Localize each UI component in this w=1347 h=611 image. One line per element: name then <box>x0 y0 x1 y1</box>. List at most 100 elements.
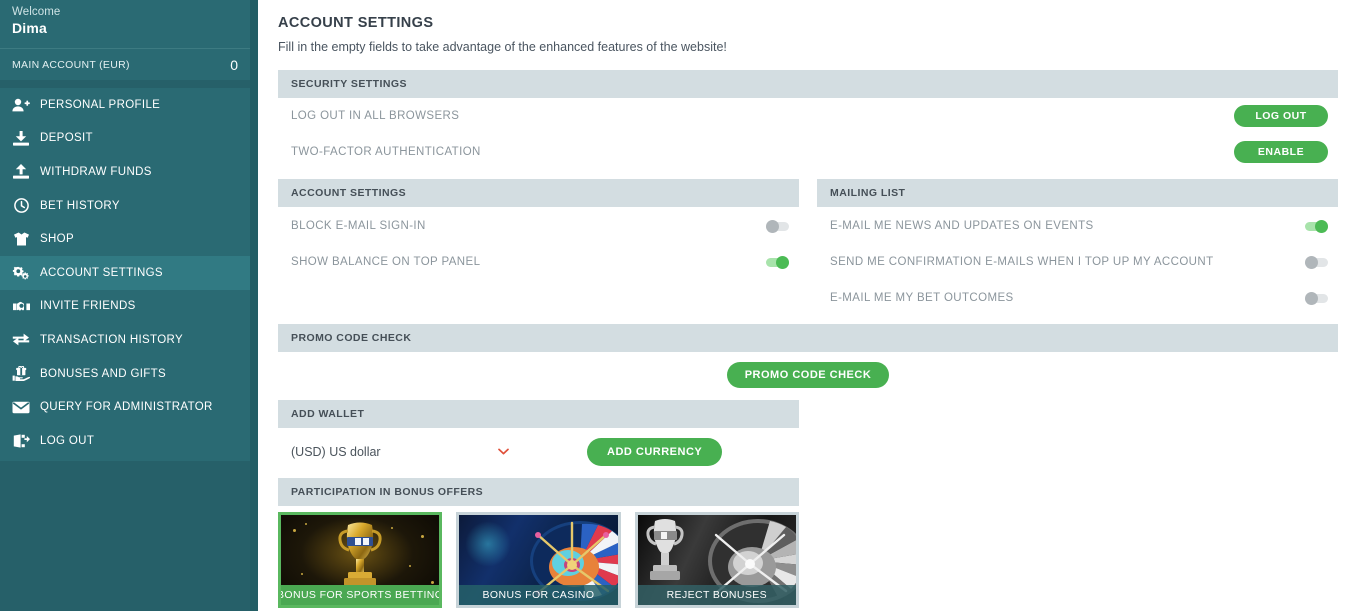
add-wallet-section: ADD WALLET (USD) US dollar ADD CURRENCY <box>278 400 799 476</box>
row-email-news-updates: E-MAIL ME NEWS AND UPDATES ON EVENTS <box>817 208 1338 244</box>
toggle-knob <box>1305 255 1318 269</box>
main-content: ACCOUNT SETTINGS Fill in the empty field… <box>258 0 1347 611</box>
sidebar-item-label: LOG OUT <box>40 434 95 447</box>
promo-button-row: PROMO CODE CHECK <box>278 352 1338 398</box>
sidebar-item-label: BONUSES AND GIFTS <box>40 367 167 380</box>
sidebar-item-label: WITHDRAW FUNDS <box>40 165 152 178</box>
account-balance: 0 <box>230 56 238 73</box>
promo-code-section: PROMO CODE CHECK PROMO CODE CHECK <box>278 324 1338 398</box>
toggle-confirmation-emails-topup[interactable] <box>1305 255 1328 269</box>
add-wallet-row: (USD) US dollar ADD CURRENCY <box>278 428 799 476</box>
sidebar-item-label: DEPOSIT <box>40 132 93 145</box>
sidebar-item-withdraw-funds[interactable]: WITHDRAW FUNDS <box>0 155 250 189</box>
bonus-card-reject-bonuses[interactable]: REJECT BONUSES <box>634 512 799 608</box>
hand-holding-gift-icon <box>10 366 32 382</box>
trophy-grey-icon <box>646 519 684 580</box>
toggle-email-news-updates[interactable] <box>1305 219 1328 233</box>
bonus-offers-section: PARTICIPATION IN BONUS OFFERS BONUS FOR … <box>278 478 799 608</box>
sidebar-item-log-out[interactable]: LOG OUT <box>0 424 250 458</box>
page-title: ACCOUNT SETTINGS <box>278 15 434 31</box>
add-wallet-header: ADD WALLET <box>278 400 799 428</box>
bonus-card-caption: BONUS FOR SPORTS BETTING <box>281 585 440 605</box>
glow-decoration <box>465 521 512 567</box>
mailing-list-section: MAILING LIST E-MAIL ME NEWS AND UPDATES … <box>817 179 1338 316</box>
row-label: E-MAIL ME NEWS AND UPDATES ON EVENTS <box>830 220 1094 232</box>
user-plus-icon <box>10 97 32 113</box>
row-block-email-signin: BLOCK E-MAIL SIGN-IN <box>278 208 799 244</box>
sidebar-item-label: QUERY FOR ADMINISTRATOR <box>40 401 213 414</box>
account-settings-header: ACCOUNT SETTINGS <box>278 179 799 207</box>
bonus-card-sports-betting[interactable]: BONUS FOR SPORTS BETTING <box>278 512 443 608</box>
bonus-card-caption: BONUS FOR CASINO <box>459 585 618 605</box>
sidebar-item-bonuses-and-gifts[interactable]: BONUSES AND GIFTS <box>0 357 250 391</box>
envelope-icon <box>10 399 32 415</box>
sidebar-item-label: TRANSACTION HISTORY <box>40 333 183 346</box>
row-log-out-all-browsers: LOG OUT IN ALL BROWSERS LOG OUT <box>278 98 1338 134</box>
sidebar-item-deposit[interactable]: DEPOSIT <box>0 122 250 156</box>
row-label: LOG OUT IN ALL BROWSERS <box>291 110 460 122</box>
toggle-show-balance-top-panel[interactable] <box>766 255 789 269</box>
security-settings-section: SECURITY SETTINGS LOG OUT IN ALL BROWSER… <box>278 70 1338 170</box>
row-label: BLOCK E-MAIL SIGN-IN <box>291 220 426 232</box>
welcome-label: Welcome <box>12 6 61 18</box>
row-two-factor-authentication: TWO-FACTOR AUTHENTICATION ENABLE <box>278 134 1338 170</box>
main-account-row[interactable]: MAIN ACCOUNT (EUR) 0 <box>0 48 250 80</box>
tshirt-icon <box>10 231 32 247</box>
promo-code-check-button[interactable]: PROMO CODE CHECK <box>726 362 890 388</box>
row-show-balance-top-panel: SHOW BALANCE ON TOP PANEL <box>278 244 799 280</box>
bonus-cards-list: BONUS FOR SPORTS BETTING BONUS FOR CASIN… <box>278 506 799 608</box>
settings-columns: ACCOUNT SETTINGS BLOCK E-MAIL SIGN-IN SH… <box>278 179 1338 316</box>
sidebar-item-query-for-administrator[interactable]: QUERY FOR ADMINISTRATOR <box>0 390 250 424</box>
page-root: Welcome Dima MAIN ACCOUNT (EUR) 0 PERSON… <box>0 0 1347 611</box>
row-email-bet-outcomes: E-MAIL ME MY BET OUTCOMES <box>817 280 1338 316</box>
sidebar-item-account-settings[interactable]: ACCOUNT SETTINGS <box>0 255 250 290</box>
toggle-knob <box>1315 219 1328 233</box>
promo-code-header: PROMO CODE CHECK <box>278 324 1338 352</box>
sidebar-item-invite-friends[interactable]: INVITE FRIENDS <box>0 290 250 324</box>
currency-select-value: (USD) US dollar <box>291 445 381 459</box>
sidebar-item-label: ACCOUNT SETTINGS <box>40 266 163 279</box>
enable-two-factor-button[interactable]: ENABLE <box>1234 141 1328 163</box>
account-settings-section: ACCOUNT SETTINGS BLOCK E-MAIL SIGN-IN SH… <box>278 179 799 316</box>
toggle-knob <box>776 255 789 269</box>
security-settings-header: SECURITY SETTINGS <box>278 70 1338 98</box>
chevron-down-icon <box>498 447 509 458</box>
toggle-knob <box>1305 291 1318 305</box>
sidebar: Welcome Dima MAIN ACCOUNT (EUR) 0 PERSON… <box>0 0 258 611</box>
currency-select[interactable]: (USD) US dollar <box>291 445 519 459</box>
row-label: SEND ME CONFIRMATION E-MAILS WHEN I TOP … <box>830 256 1214 268</box>
sidebar-item-shop[interactable]: SHOP <box>0 222 250 256</box>
add-currency-button[interactable]: ADD CURRENCY <box>587 438 723 466</box>
sidebar-item-label: SHOP <box>40 233 74 246</box>
toggle-email-bet-outcomes[interactable] <box>1305 291 1328 305</box>
sidebar-item-bet-history[interactable]: BET HISTORY <box>0 189 250 223</box>
account-label: MAIN ACCOUNT (EUR) <box>12 58 130 71</box>
bonus-card-caption: REJECT BONUSES <box>637 585 796 605</box>
upload-icon <box>10 164 32 180</box>
mailing-list-header: MAILING LIST <box>817 179 1338 207</box>
handshake-icon <box>10 298 32 314</box>
download-icon <box>10 130 32 146</box>
sign-out-icon <box>10 433 32 449</box>
row-label: TWO-FACTOR AUTHENTICATION <box>291 146 481 158</box>
sidebar-item-label: PERSONAL PROFILE <box>40 98 161 111</box>
page-subtitle: Fill in the empty fields to take advanta… <box>278 40 727 54</box>
user-name: Dima <box>12 20 48 36</box>
sidebar-nav: PERSONAL PROFILE DEPOSIT WITHDRAW FUNDS BET… <box>0 88 250 461</box>
sidebar-item-transaction-history[interactable]: TRANSACTION HISTORY <box>0 323 250 357</box>
log-out-all-browsers-button[interactable]: LOG OUT <box>1234 105 1328 127</box>
row-confirmation-emails-topup: SEND ME CONFIRMATION E-MAILS WHEN I TOP … <box>817 244 1338 280</box>
bonus-offers-header: PARTICIPATION IN BONUS OFFERS <box>278 478 799 506</box>
sidebar-item-label: BET HISTORY <box>40 199 120 212</box>
toggle-block-email-signin[interactable] <box>766 219 789 233</box>
toggle-knob <box>766 219 779 233</box>
row-label: SHOW BALANCE ON TOP PANEL <box>291 256 481 268</box>
sidebar-item-label: INVITE FRIENDS <box>40 300 136 313</box>
gears-icon <box>10 265 32 281</box>
bonus-card-casino[interactable]: BONUS FOR CASINO <box>456 512 621 608</box>
row-label: E-MAIL ME MY BET OUTCOMES <box>830 292 1014 304</box>
sidebar-item-personal-profile[interactable]: PERSONAL PROFILE <box>0 88 250 122</box>
exchange-icon <box>10 332 32 348</box>
welcome-box: Welcome Dima <box>0 0 250 48</box>
clock-icon <box>10 198 32 214</box>
